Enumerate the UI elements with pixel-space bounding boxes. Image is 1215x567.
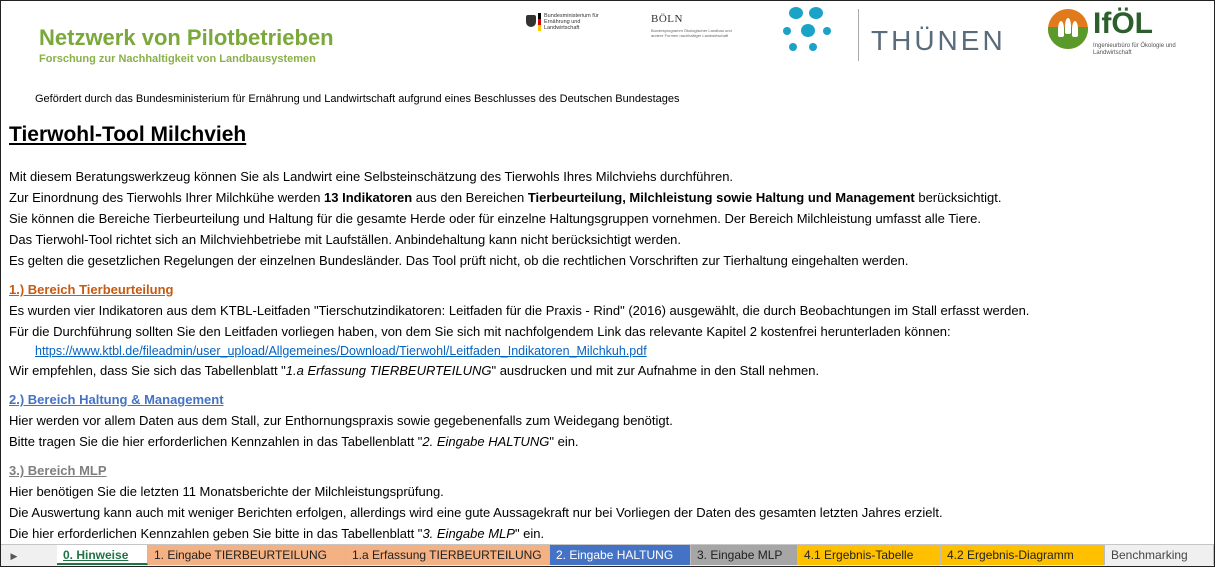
section-3-line-3: Die hier erforderlichen Kennzahlen geben…: [9, 526, 544, 541]
section-haltung-heading: 2.) Bereich Haltung & Management: [9, 392, 224, 407]
ifoel-emblem-icon: [1048, 9, 1088, 49]
ktbl-guide-link[interactable]: https://www.ktbl.de/fileadmin/user_uploa…: [35, 344, 647, 358]
intro-line-1: Mit diesem Beratungswerkzeug können Sie …: [9, 169, 734, 184]
bmel-logo: Bundesministerium für Ernährung und Land…: [526, 13, 616, 35]
section-text: " ein.: [549, 434, 579, 449]
sheet-reference: 2. Eingabe HALTUNG: [422, 434, 550, 449]
sheet-reference: 1.a Erfassung TIERBEURTEILUNG: [285, 363, 492, 378]
sheet-tab[interactable]: 0. Hinweise: [57, 545, 148, 565]
sheet-reference: 3. Eingabe MLP: [422, 526, 515, 541]
intro-areas: Tierbeurteilung, Milchleistung sowie Hal…: [527, 190, 915, 205]
sheet-tab[interactable]: 4.1 Ergebnis-Tabelle: [798, 545, 941, 565]
header-banner: Netzwerk von Pilotbetrieben Forschung zu…: [1, 1, 1214, 81]
intro-line-3: Sie können die Bereiche Tierbeurteilung …: [9, 211, 981, 226]
intro-line-2: Zur Einordnung des Tierwohls Ihrer Milch…: [9, 190, 1001, 205]
section-text: Die hier erforderlichen Kennzahlen geben…: [9, 526, 423, 541]
network-title: Netzwerk von Pilotbetrieben: [39, 25, 334, 50]
german-flag-icon: [538, 13, 541, 31]
section-3-line-1: Hier benötigen Sie die letzten 11 Monats…: [9, 484, 444, 499]
section-text: " ein.: [514, 526, 545, 541]
section-1-line-1: Es wurden vier Indikatoren aus dem KTBL-…: [9, 303, 1030, 318]
sheet-tab[interactable]: 4.2 Ergebnis-Diagramm: [941, 545, 1105, 565]
section-1-line-3: Wir empfehlen, dass Sie sich das Tabelle…: [9, 363, 819, 378]
spreadsheet-sheet: Netzwerk von Pilotbetrieben Forschung zu…: [0, 0, 1215, 567]
section-1-line-2: Für die Durchführung sollten Sie den Lei…: [9, 324, 951, 339]
section-text: Wir empfehlen, dass Sie sich das Tabelle…: [9, 363, 286, 378]
intro-line-5: Es gelten die gesetzlichen Regelungen de…: [9, 253, 909, 268]
thuenen-dots-icon: [783, 7, 843, 57]
boeln-logo-title: BÖLN: [651, 13, 683, 25]
section-3-line-2: Die Auswertung kann auch mit weniger Ber…: [9, 505, 943, 520]
boeln-logo-text: Bundesprogramm Ökologischer Landbau und …: [651, 28, 732, 38]
section-mlp-heading: 3.) Bereich MLP: [9, 463, 107, 478]
intro-text: Zur Einordnung des Tierwohls Ihrer Milch…: [9, 190, 325, 205]
network-subtitle: Forschung zur Nachhaltigkeit von Landbau…: [39, 53, 316, 65]
sheet-tab[interactable]: 1.a Erfassung TIERBEURTEILUNG: [346, 545, 550, 565]
intro-line-4: Das Tierwohl-Tool richtet sich an Milchv…: [9, 232, 682, 247]
intro-text: aus den Bereichen: [412, 190, 528, 205]
ifoel-logo-text: Ingenieurbüro für Ökologie und Landwirts…: [1093, 43, 1176, 56]
boeln-logo: BÖLN Bundesprogramm Ökologischer Landbau…: [651, 13, 741, 38]
page-title: Tierwohl-Tool Milchvieh: [9, 123, 247, 146]
sheet-tab[interactable]: Benchmarking: [1105, 545, 1214, 565]
thuenen-logo: THÜNEN: [871, 25, 1006, 56]
bmel-logo-text: Bundesministerium für Ernährung und Land…: [544, 13, 599, 31]
logo-divider: [858, 9, 859, 61]
sheet-tab[interactable]: 3. Eingabe MLP: [691, 545, 798, 565]
section-2-line-2: Bitte tragen Sie die hier erforderlichen…: [9, 434, 579, 449]
section-2-line-1: Hier werden vor allem Daten aus dem Stal…: [9, 413, 673, 428]
sheet-tab-bar: ▶ 0. Hinweise 1. Eingabe TIERBEURTEILUNG 1…: [1, 544, 1214, 566]
federal-eagle-icon: [526, 15, 536, 27]
funding-note: Gefördert durch das Bundesministerium fü…: [35, 93, 680, 105]
section-text: " ausdrucken und mit zur Aufnahme in den…: [491, 363, 820, 378]
section-tierbeurteilung-heading: 1.) Bereich Tierbeurteilung: [9, 282, 174, 297]
ifoel-logo: IfÖL: [1093, 7, 1153, 40]
intro-text: berücksichtigt.: [914, 190, 1002, 205]
indicator-count: 13 Indikatoren: [324, 190, 413, 205]
sheet-tab[interactable]: 1. Eingabe TIERBEURTEILUNG: [148, 545, 346, 565]
sheet-tab[interactable]: 2. Eingabe HALTUNG: [550, 545, 691, 565]
section-text: Bitte tragen Sie die hier erforderlichen…: [9, 434, 423, 449]
scroll-right-icon[interactable]: ▶: [7, 549, 21, 563]
